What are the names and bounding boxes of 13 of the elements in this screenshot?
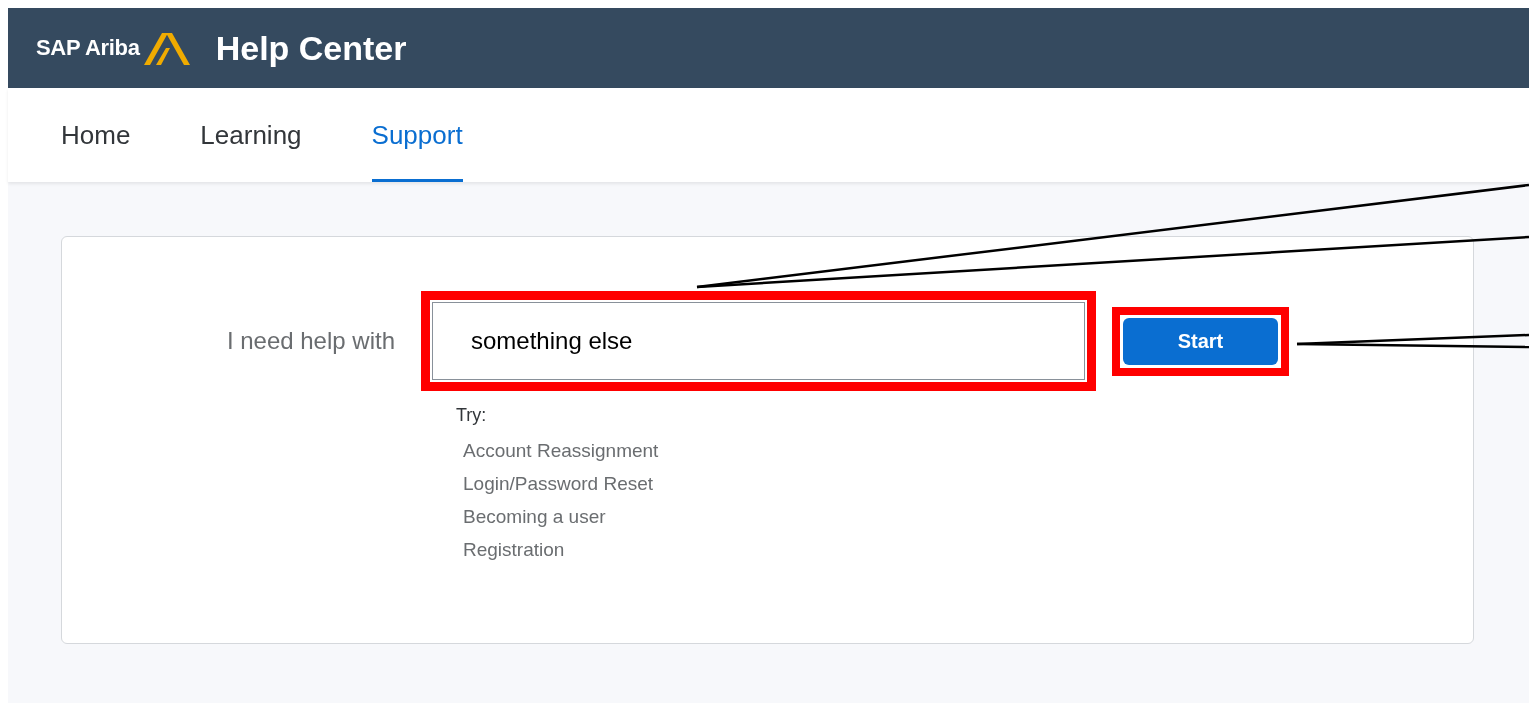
try-label: Try: xyxy=(456,405,488,426)
suggestion-link[interactable]: Login/Password Reset xyxy=(463,467,1473,500)
logo-icon xyxy=(143,31,192,65)
field-label: I need help with xyxy=(225,327,396,355)
brand-name: SAP Ariba xyxy=(36,35,140,61)
app-title: Help Center xyxy=(215,28,407,68)
input-field[interactable]: something else xyxy=(432,302,1085,380)
suggestion-link[interactable]: Registration xyxy=(463,533,1473,566)
start-button[interactable]: Start xyxy=(1123,317,1278,365)
nav-tab[interactable]: Home xyxy=(61,88,131,182)
nav-tab[interactable]: Learning xyxy=(200,88,302,182)
suggestion-link[interactable]: Becoming a user xyxy=(463,500,1473,533)
suggestion-link[interactable]: Account Reassignment xyxy=(463,434,1473,467)
